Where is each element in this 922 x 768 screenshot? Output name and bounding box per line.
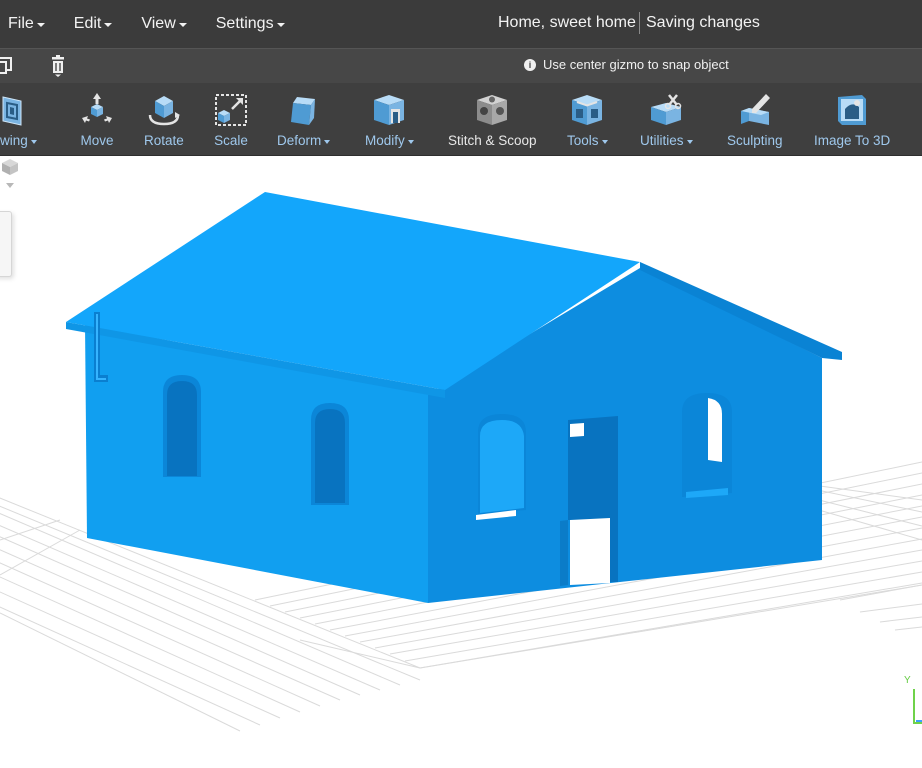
tool-tools-label: Tools bbox=[567, 133, 599, 148]
tool-move[interactable]: Move bbox=[78, 91, 116, 148]
axis-gizmo: Y bbox=[904, 675, 922, 727]
document-title[interactable]: Home, sweet home bbox=[498, 14, 636, 32]
tool-scale-label: Scale bbox=[214, 133, 248, 148]
tool-rotate[interactable]: Rotate bbox=[144, 91, 184, 148]
3d-viewport[interactable]: Y bbox=[0, 157, 922, 768]
title-divider bbox=[639, 12, 640, 34]
menu-view[interactable]: View bbox=[141, 15, 187, 33]
tool-image-to-3d[interactable]: Image To 3D bbox=[814, 91, 890, 148]
chevron-down-icon bbox=[30, 139, 37, 144]
menu-file[interactable]: File bbox=[8, 15, 45, 33]
house-model[interactable] bbox=[66, 192, 842, 603]
deform-icon bbox=[285, 91, 323, 129]
axis-y-icon bbox=[913, 689, 922, 724]
menu-view-label: View bbox=[141, 15, 176, 32]
view-cube-icon[interactable] bbox=[0, 157, 20, 191]
tool-tools[interactable]: Tools bbox=[567, 91, 608, 148]
trash-icon[interactable] bbox=[50, 55, 66, 77]
drawing-icon bbox=[0, 91, 31, 129]
chevron-down-icon bbox=[686, 139, 693, 144]
duplicate-icon[interactable] bbox=[0, 57, 12, 75]
tool-drawing[interactable]: rawing bbox=[0, 91, 37, 148]
scale-icon bbox=[212, 91, 250, 129]
tool-drawing-label: rawing bbox=[0, 133, 28, 148]
tool-stitch-scoop-label: Stitch & Scoop bbox=[448, 133, 537, 148]
chevron-down-icon bbox=[178, 23, 187, 27]
scene bbox=[0, 192, 922, 732]
menu-settings[interactable]: Settings bbox=[216, 15, 285, 33]
tool-ribbon: rawing Move Rotate bbox=[0, 83, 922, 156]
image-to-3d-icon bbox=[833, 91, 871, 129]
tool-utilities[interactable]: Utilities bbox=[640, 91, 693, 148]
tool-modify[interactable]: Modify bbox=[365, 91, 414, 148]
tool-utilities-label: Utilities bbox=[640, 133, 684, 148]
save-status: Saving changes bbox=[646, 14, 760, 31]
tool-deform-label: Deform bbox=[277, 133, 322, 148]
info-icon: i bbox=[524, 58, 536, 71]
snap-hint: i Use center gizmo to snap object bbox=[524, 57, 729, 72]
move-icon bbox=[78, 91, 116, 129]
tool-sculpting[interactable]: Sculpting bbox=[727, 91, 783, 148]
tool-move-label: Move bbox=[80, 133, 114, 148]
tool-rotate-label: Rotate bbox=[144, 133, 184, 148]
side-panel[interactable] bbox=[0, 211, 12, 277]
chevron-down-icon bbox=[36, 23, 45, 27]
utilities-icon bbox=[647, 91, 685, 129]
tool-modify-label: Modify bbox=[365, 133, 405, 148]
menu-settings-label: Settings bbox=[215, 15, 274, 32]
tools-icon bbox=[568, 91, 606, 129]
tool-sculpting-label: Sculpting bbox=[727, 133, 783, 148]
chevron-down-icon bbox=[324, 139, 331, 144]
main-menu: File Edit View Settings bbox=[0, 0, 314, 48]
tool-scale[interactable]: Scale bbox=[212, 91, 250, 148]
stitch-scoop-icon bbox=[473, 91, 511, 129]
menu-edit-label: Edit bbox=[73, 15, 102, 32]
chevron-down-icon bbox=[601, 139, 608, 144]
snap-hint-text: Use center gizmo to snap object bbox=[543, 57, 729, 72]
sculpting-icon bbox=[736, 91, 774, 129]
modify-icon bbox=[370, 91, 408, 129]
menu-bar: File Edit View Settings Home, sweet home… bbox=[0, 0, 922, 48]
chevron-down-icon bbox=[276, 23, 285, 27]
menu-file-label: File bbox=[8, 15, 34, 32]
chevron-down-icon bbox=[407, 139, 414, 144]
tool-deform[interactable]: Deform bbox=[277, 91, 331, 148]
rotate-icon bbox=[145, 91, 183, 129]
action-bar: i Use center gizmo to snap object bbox=[0, 48, 922, 83]
chevron-down-icon bbox=[104, 23, 113, 27]
menu-edit[interactable]: Edit bbox=[74, 15, 113, 33]
tool-stitch-scoop[interactable]: Stitch & Scoop bbox=[448, 91, 537, 148]
tool-image-to-3d-label: Image To 3D bbox=[814, 133, 891, 148]
